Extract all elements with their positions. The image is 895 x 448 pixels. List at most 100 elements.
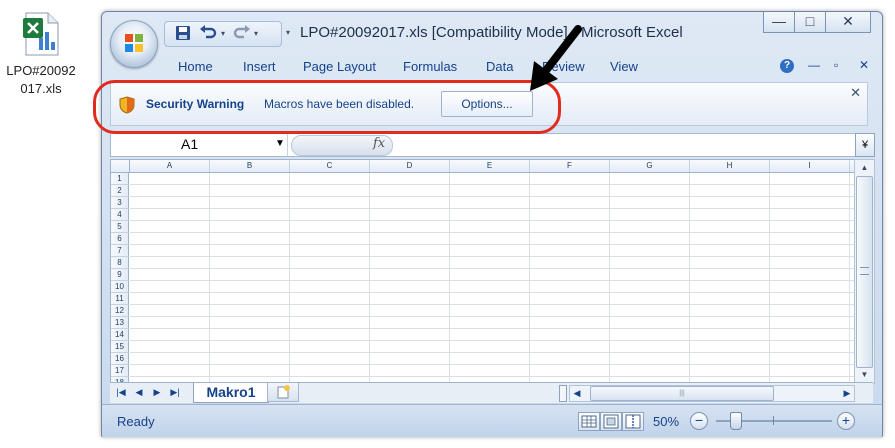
sheet-tab-makro1[interactable]: Makro1 bbox=[193, 383, 269, 403]
save-icon[interactable] bbox=[175, 25, 193, 43]
vertical-scrollbar[interactable]: ▲ ▼ bbox=[854, 159, 875, 384]
scroll-down-icon[interactable]: ▼ bbox=[855, 367, 874, 383]
first-sheet-button[interactable]: |◀ bbox=[114, 385, 128, 399]
column-header[interactable]: F bbox=[530, 160, 610, 172]
row-header[interactable]: 6 bbox=[111, 233, 129, 245]
security-warning-bar: Security Warning Macros have been disabl… bbox=[110, 82, 868, 126]
worksheet-grid[interactable]: ABCDEFGHI 1 2 3 4 5 6 7 8 9 10 11 12 13 14 15 16 17 18 bbox=[110, 159, 855, 384]
maximize-button[interactable]: □ bbox=[794, 12, 826, 33]
previous-sheet-button[interactable]: ◀ bbox=[132, 385, 146, 399]
column-header[interactable]: C bbox=[290, 160, 370, 172]
tab-review[interactable]: Review bbox=[542, 59, 585, 74]
security-warning-message: Macros have been disabled. bbox=[264, 97, 415, 111]
insert-worksheet-icon bbox=[277, 385, 290, 399]
insert-function-icon[interactable]: fx bbox=[373, 136, 385, 151]
normal-view-button[interactable] bbox=[578, 412, 600, 431]
shield-icon bbox=[119, 96, 135, 114]
options-button[interactable]: Options... bbox=[441, 91, 533, 117]
office-button[interactable] bbox=[110, 20, 158, 68]
page-break-preview-button[interactable] bbox=[622, 412, 644, 431]
tab-view[interactable]: View bbox=[610, 59, 638, 74]
last-sheet-button[interactable]: ▶| bbox=[168, 385, 182, 399]
row-header[interactable]: 16 bbox=[111, 353, 129, 365]
page-layout-view-button[interactable] bbox=[600, 412, 622, 431]
undo-icon[interactable] bbox=[199, 25, 217, 43]
column-header[interactable]: H bbox=[690, 160, 770, 172]
row-header[interactable]: 3 bbox=[111, 197, 129, 209]
row-header[interactable]: 15 bbox=[111, 341, 129, 353]
quick-access-toolbar: ▾ ▾ bbox=[164, 21, 282, 47]
tab-insert[interactable]: Insert bbox=[243, 59, 276, 74]
title-bar[interactable]: ▾ ▾ ▾ LPO#20092017.xls [Compatibility Mo… bbox=[102, 12, 882, 52]
column-header[interactable]: B bbox=[210, 160, 290, 172]
minimize-button[interactable]: — bbox=[763, 12, 795, 33]
tab-home[interactable]: Home bbox=[178, 59, 213, 74]
row-header[interactable]: 5 bbox=[111, 221, 129, 233]
cell-gridlines[interactable] bbox=[130, 173, 854, 383]
row-header[interactable]: 2 bbox=[111, 185, 129, 197]
zoom-level[interactable]: 50% bbox=[653, 414, 679, 429]
row-header[interactable]: 11 bbox=[111, 293, 129, 305]
desktop-file-label: LPO#20092017.xls bbox=[6, 63, 76, 96]
ribbon-minimize-button[interactable]: — bbox=[808, 58, 820, 72]
row-header[interactable]: 12 bbox=[111, 305, 129, 317]
undo-dropdown-icon[interactable]: ▾ bbox=[218, 29, 228, 39]
name-box-value: A1 bbox=[181, 136, 199, 152]
status-bar: Ready 50% − + bbox=[102, 404, 882, 437]
window-title: LPO#20092017.xls [Compatibility Mode] - … bbox=[300, 24, 683, 41]
zoom-in-button[interactable]: + bbox=[837, 412, 855, 430]
message-bar-close-icon[interactable]: ✕ bbox=[850, 85, 861, 101]
column-header[interactable]: D bbox=[370, 160, 450, 172]
tab-split-handle[interactable] bbox=[559, 385, 567, 402]
horizontal-scroll-thumb[interactable]: ||| bbox=[590, 386, 774, 401]
column-header[interactable]: E bbox=[450, 160, 530, 172]
row-header[interactable]: 4 bbox=[111, 209, 129, 221]
sheet-tab-bar: |◀ ◀ ▶ ▶| Makro1 ◀ ||| ▶ bbox=[110, 382, 873, 403]
horizontal-scrollbar[interactable]: ◀ ||| ▶ bbox=[569, 385, 855, 402]
redo-icon[interactable] bbox=[233, 25, 251, 43]
zoom-slider-midpoint bbox=[773, 416, 774, 425]
name-box[interactable]: A1 ▼ bbox=[111, 134, 288, 156]
column-header[interactable]: I bbox=[770, 160, 850, 172]
formula-bar: A1 ▼ fx ¥ bbox=[110, 133, 875, 157]
tab-page-layout[interactable]: Page Layout bbox=[303, 59, 376, 74]
status-ready: Ready bbox=[117, 414, 155, 429]
normal-view-icon bbox=[581, 415, 597, 428]
column-header[interactable]: G bbox=[610, 160, 690, 172]
column-header[interactable]: A bbox=[130, 160, 210, 172]
page-break-preview-icon bbox=[625, 414, 641, 429]
scroll-up-icon[interactable]: ▲ bbox=[855, 160, 874, 176]
row-header[interactable]: 10 bbox=[111, 281, 129, 293]
select-all-corner[interactable] bbox=[111, 160, 130, 172]
row-header[interactable]: 14 bbox=[111, 329, 129, 341]
ribbon-restore-button[interactable]: ▫ bbox=[834, 58, 838, 72]
name-box-dropdown-icon[interactable]: ▼ bbox=[275, 138, 285, 149]
desktop-file-icon[interactable]: LPO#20092017.xls bbox=[6, 12, 76, 98]
tab-data[interactable]: Data bbox=[486, 59, 513, 74]
ribbon-close-button[interactable]: ✕ bbox=[859, 58, 869, 72]
row-header[interactable]: 8 bbox=[111, 257, 129, 269]
zoom-slider-thumb[interactable] bbox=[730, 412, 742, 430]
row-header[interactable]: 1 bbox=[111, 173, 129, 185]
vertical-scroll-thumb[interactable] bbox=[856, 176, 873, 368]
close-button[interactable]: ✕ bbox=[825, 12, 871, 33]
row-header[interactable]: 9 bbox=[111, 269, 129, 281]
excel-window: ▾ ▾ ▾ LPO#20092017.xls [Compatibility Mo… bbox=[101, 11, 883, 437]
redo-dropdown-icon[interactable]: ▾ bbox=[251, 29, 261, 39]
row-header[interactable]: 7 bbox=[111, 245, 129, 257]
scroll-left-icon[interactable]: ◀ bbox=[570, 386, 584, 401]
expand-formula-bar-button[interactable]: ¥ bbox=[855, 133, 875, 157]
office-logo-icon bbox=[125, 34, 143, 52]
next-sheet-button[interactable]: ▶ bbox=[150, 385, 164, 399]
customize-qat-icon[interactable]: ▾ bbox=[283, 28, 293, 38]
help-icon[interactable]: ? bbox=[780, 59, 794, 73]
page-layout-view-icon bbox=[603, 414, 619, 429]
row-header[interactable]: 13 bbox=[111, 317, 129, 329]
row-header[interactable]: 17 bbox=[111, 365, 129, 377]
insert-worksheet-button[interactable] bbox=[267, 383, 299, 402]
column-headers: ABCDEFGHI bbox=[111, 160, 854, 173]
tab-formulas[interactable]: Formulas bbox=[403, 59, 457, 74]
excel-file-icon bbox=[22, 12, 60, 56]
scroll-right-icon[interactable]: ▶ bbox=[840, 386, 854, 401]
zoom-out-button[interactable]: − bbox=[690, 412, 708, 430]
